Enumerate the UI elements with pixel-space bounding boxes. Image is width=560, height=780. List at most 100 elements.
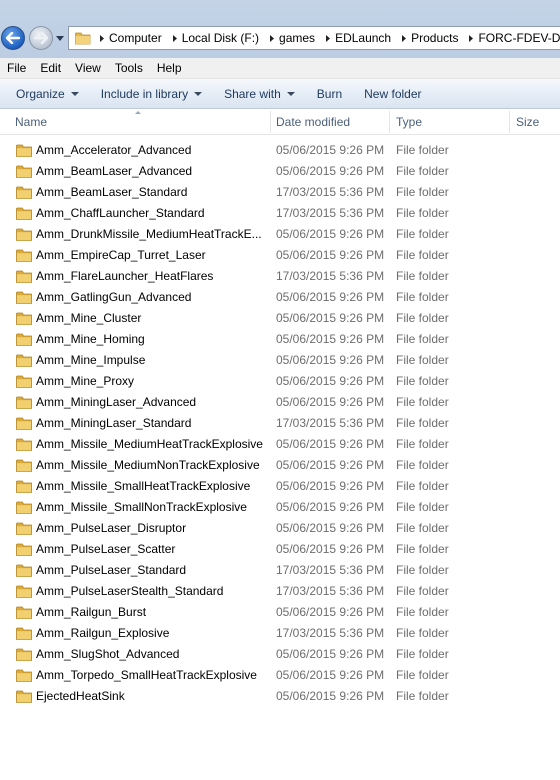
file-date-modified: 05/06/2015 9:26 PM xyxy=(276,332,385,346)
back-button[interactable] xyxy=(1,26,25,50)
file-row[interactable]: Amm_MiningLaser_Advanced 05/06/2015 9:26 … xyxy=(0,392,560,413)
menu-help[interactable]: Help xyxy=(150,61,189,75)
folder-icon xyxy=(16,186,32,199)
file-date-modified: 05/06/2015 9:26 PM xyxy=(276,689,385,703)
file-type: File folder xyxy=(396,437,449,451)
file-row[interactable]: Amm_SlugShot_Advanced 05/06/2015 9:26 PM F… xyxy=(0,644,560,665)
column-divider[interactable] xyxy=(270,111,271,133)
command-bar: Organize Include in library Share with B… xyxy=(0,79,560,109)
menu-view[interactable]: View xyxy=(68,61,108,75)
file-type: File folder xyxy=(396,647,449,661)
file-row[interactable]: Amm_Missile_MediumNonTrackExplosive 05/06… xyxy=(0,455,560,476)
share-with-button[interactable]: Share with xyxy=(224,87,295,101)
file-row[interactable]: Amm_FlareLauncher_HeatFlares 17/03/2015 5… xyxy=(0,266,560,287)
column-header: Name Date modified Type Size xyxy=(0,109,560,135)
file-type: File folder xyxy=(396,227,449,241)
breadcrumb-games[interactable]: games xyxy=(265,31,321,45)
folder-icon xyxy=(16,165,32,178)
file-row[interactable]: EjectedHeatSink 05/06/2015 9:26 PM File fo… xyxy=(0,686,560,707)
file-row[interactable]: Amm_Mine_Homing 05/06/2015 9:26 PM File fo… xyxy=(0,329,560,350)
breadcrumb-edlaunch[interactable]: EDLaunch xyxy=(321,31,397,45)
file-date-modified: 05/06/2015 9:26 PM xyxy=(276,668,385,682)
address-bar[interactable]: Computer Local Disk (F:) games EDLaunch … xyxy=(68,26,560,50)
file-type: File folder xyxy=(396,353,449,367)
include-in-library-button[interactable]: Include in library xyxy=(100,86,203,101)
file-type: File folder xyxy=(396,500,449,514)
file-type: File folder xyxy=(396,416,449,430)
file-row[interactable]: Amm_DrunkMissile_MediumHeatTrackE... 05/0… xyxy=(0,224,560,245)
file-name: Amm_FlareLauncher_HeatFlares xyxy=(36,269,214,283)
file-row[interactable]: Amm_GatlingGun_Advanced 05/06/2015 9:26 P… xyxy=(0,287,560,308)
new-folder-button[interactable]: New folder xyxy=(364,87,421,101)
file-date-modified: 05/06/2015 9:26 PM xyxy=(276,164,385,178)
recent-pages-button[interactable] xyxy=(56,34,64,42)
file-list: Amm_Accelerator_Advanced 05/06/2015 9:26 … xyxy=(0,140,560,707)
file-type: File folder xyxy=(396,290,449,304)
file-type: File folder xyxy=(396,206,449,220)
file-row[interactable]: Amm_Accelerator_Advanced 05/06/2015 9:26 … xyxy=(0,140,560,161)
folder-icon xyxy=(16,543,32,556)
forward-button[interactable] xyxy=(29,26,53,50)
file-type: File folder xyxy=(396,248,449,262)
file-row[interactable]: Amm_EmpireCap_Turret_Laser 05/06/2015 9:2… xyxy=(0,245,560,266)
breadcrumb-computer[interactable]: Computer xyxy=(95,31,168,45)
column-date-modified[interactable]: Date modified xyxy=(276,109,350,134)
menu-tools[interactable]: Tools xyxy=(108,61,150,75)
column-name[interactable]: Name xyxy=(15,109,47,134)
file-type: File folder xyxy=(396,311,449,325)
include-in-library-label: Include in library xyxy=(100,86,189,101)
file-type: File folder xyxy=(396,542,449,556)
file-row[interactable]: Amm_ChaffLauncher_Standard 17/03/2015 5:3… xyxy=(0,203,560,224)
file-date-modified: 05/06/2015 9:26 PM xyxy=(276,647,385,661)
column-divider[interactable] xyxy=(389,111,390,133)
column-divider[interactable] xyxy=(509,111,510,133)
file-row[interactable]: Amm_PulseLaser_Disruptor 05/06/2015 9:26 … xyxy=(0,518,560,539)
file-date-modified: 17/03/2015 5:36 PM xyxy=(276,626,385,640)
file-row[interactable]: Amm_Mine_Impulse 05/06/2015 9:26 PM File f… xyxy=(0,350,560,371)
file-row[interactable]: Amm_PulseLaserStealth_Standard 17/03/2015… xyxy=(0,581,560,602)
file-date-modified: 05/06/2015 9:26 PM xyxy=(276,395,385,409)
file-name: Amm_Railgun_Burst xyxy=(36,605,147,619)
file-row[interactable]: Amm_BeamLaser_Standard 17/03/2015 5:36 PM… xyxy=(0,182,560,203)
folder-icon xyxy=(75,32,91,45)
file-name: Amm_BeamLaser_Standard xyxy=(36,185,188,199)
file-date-modified: 05/06/2015 9:26 PM xyxy=(276,605,385,619)
folder-icon xyxy=(16,249,32,262)
breadcrumb-local-disk[interactable]: Local Disk (F:) xyxy=(168,31,265,45)
file-row[interactable]: Amm_Missile_SmallNonTrackExplosive 05/06/… xyxy=(0,497,560,518)
breadcrumb-forc-fdev[interactable]: FORC-FDEV-D xyxy=(464,31,560,45)
folder-icon xyxy=(16,669,32,682)
file-date-modified: 05/06/2015 9:26 PM xyxy=(276,479,385,493)
column-type[interactable]: Type xyxy=(396,109,422,134)
file-row[interactable]: Amm_PulseLaser_Standard 17/03/2015 5:36 P… xyxy=(0,560,560,581)
organize-label: Organize xyxy=(16,86,65,101)
menu-file[interactable]: File xyxy=(0,61,33,75)
file-date-modified: 05/06/2015 9:26 PM xyxy=(276,311,385,325)
menu-edit[interactable]: Edit xyxy=(33,61,68,75)
burn-button[interactable]: Burn xyxy=(317,87,342,101)
folder-icon xyxy=(16,417,32,430)
file-name: Amm_GatlingGun_Advanced xyxy=(36,290,192,304)
file-name: Amm_Mine_Homing xyxy=(36,332,145,346)
chevron-down-icon xyxy=(56,35,64,41)
file-name: Amm_PulseLaserStealth_Standard xyxy=(36,584,224,598)
file-name: Amm_PulseLaser_Scatter xyxy=(36,542,176,556)
organize-button[interactable]: Organize xyxy=(16,87,79,101)
breadcrumb-products[interactable]: Products xyxy=(397,31,464,45)
chevron-right-icon xyxy=(397,34,411,42)
file-row[interactable]: Amm_BeamLaser_Advanced 05/06/2015 9:26 PM… xyxy=(0,161,560,182)
folder-icon xyxy=(16,144,32,157)
file-row[interactable]: Amm_Missile_SmallHeatTrackExplosive 05/06… xyxy=(0,476,560,497)
file-date-modified: 05/06/2015 9:26 PM xyxy=(276,437,385,451)
file-name: Amm_ChaffLauncher_Standard xyxy=(36,206,205,220)
file-row[interactable]: Amm_Railgun_Burst 05/06/2015 9:26 PM File … xyxy=(0,602,560,623)
file-row[interactable]: Amm_Mine_Cluster 05/06/2015 9:26 PM File f… xyxy=(0,308,560,329)
file-row[interactable]: Amm_MiningLaser_Standard 17/03/2015 5:36 … xyxy=(0,413,560,434)
file-row[interactable]: Amm_Missile_MediumHeatTrackExplosive 05/0… xyxy=(0,434,560,455)
file-row[interactable]: Amm_PulseLaser_Scatter 05/06/2015 9:26 PM… xyxy=(0,539,560,560)
file-row[interactable]: Amm_Railgun_Explosive 17/03/2015 5:36 PM F… xyxy=(0,623,560,644)
file-row[interactable]: Amm_Mine_Proxy 05/06/2015 9:26 PM File fol… xyxy=(0,371,560,392)
file-type: File folder xyxy=(396,332,449,346)
column-size[interactable]: Size xyxy=(516,109,539,134)
file-row[interactable]: Amm_Torpedo_SmallHeatTrackExplosive 05/06… xyxy=(0,665,560,686)
